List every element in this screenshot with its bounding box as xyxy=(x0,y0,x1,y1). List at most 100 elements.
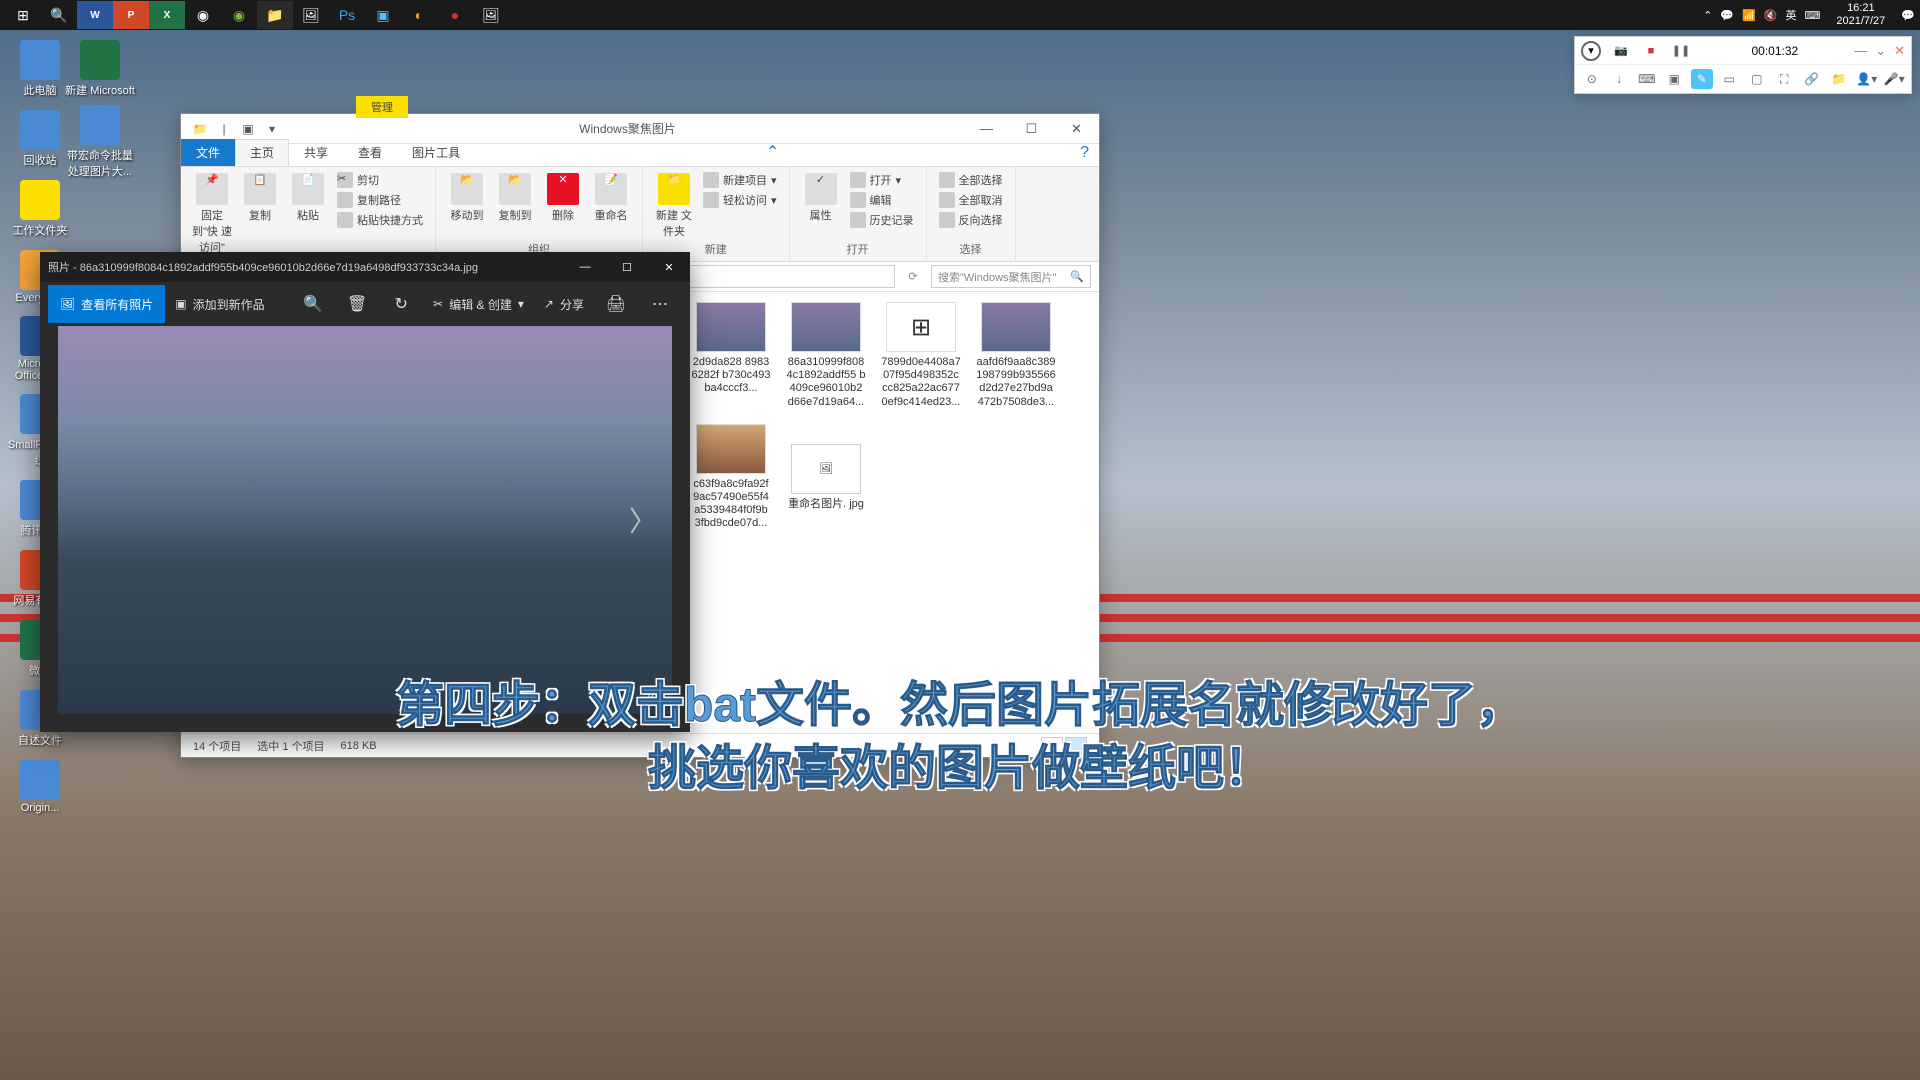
next-photo-button[interactable]: 〉 xyxy=(619,480,667,560)
photoshop-icon[interactable]: Ps xyxy=(329,1,365,29)
rec-link-icon[interactable]: 🔗 xyxy=(1801,69,1823,89)
powerpoint-icon[interactable]: P xyxy=(113,1,149,29)
more-icon[interactable]: ⋯ xyxy=(638,282,682,326)
cut-button[interactable]: ✂剪切 xyxy=(335,171,425,189)
zoom-icon[interactable]: 🔍 xyxy=(291,282,335,326)
rec-webcam-icon[interactable]: ▣ xyxy=(1664,69,1686,89)
rec-keyboard-icon[interactable]: ⌨ xyxy=(1636,69,1658,89)
screen-recorder[interactable]: ▾ 📷 ■ ❚❚ 00:01:32 — ⌄ ✕ ⊙ ↓ ⌨ ▣ ✎ ▭ ▢ ⛶ … xyxy=(1574,36,1912,94)
minimize-button[interactable]: — xyxy=(964,115,1009,143)
copy-to-button[interactable]: 📂复制到 xyxy=(494,171,536,223)
everything-icon[interactable]: ◐ xyxy=(401,1,437,29)
rec-close-icon[interactable]: ✕ xyxy=(1894,43,1905,59)
rec-user-icon[interactable]: 👤▾ xyxy=(1856,69,1878,89)
collapse-ribbon-icon[interactable]: ⌃ xyxy=(756,138,789,166)
photos-titlebar[interactable]: 照片 - 86a310999f8084c1892addf955b409ce960… xyxy=(40,252,690,282)
excel-icon[interactable]: X xyxy=(149,1,185,29)
desktop-icon-newdoc[interactable]: 新建 Microsoft ... xyxy=(65,40,135,110)
photos-minimize-button[interactable]: — xyxy=(564,252,606,282)
new-item-button[interactable]: 新建项目 ▾ xyxy=(701,171,779,189)
invert-select-button[interactable]: 反向选择 xyxy=(937,211,1005,229)
pin-quick-access-button[interactable]: 📌固定到"快 速访问" xyxy=(191,171,233,255)
help-icon[interactable]: ? xyxy=(1070,140,1099,166)
rec-minimize-icon[interactable]: — xyxy=(1854,43,1867,59)
rec-fullscreen-icon[interactable]: ⛶ xyxy=(1774,69,1796,89)
select-all-button[interactable]: 全部选择 xyxy=(937,171,1005,189)
rec-pen-icon[interactable]: ✎ xyxy=(1691,69,1713,89)
word-icon[interactable]: W xyxy=(77,1,113,29)
folder-icon[interactable]: 📁 xyxy=(189,118,211,140)
print-icon[interactable]: 🖨 xyxy=(594,282,638,326)
tab-share[interactable]: 共享 xyxy=(289,139,343,166)
chevron-up-icon[interactable]: ⌃ xyxy=(1703,9,1712,22)
rec-screenshot-icon[interactable]: 📷 xyxy=(1611,41,1631,61)
rec-cursor-icon[interactable]: ⊙ xyxy=(1581,69,1603,89)
rotate-icon[interactable]: ↻ xyxy=(379,282,423,326)
ime-indicator[interactable]: 英 xyxy=(1785,7,1796,23)
file-item[interactable]: aafd6f9aa8c389 198799b935566 d2d27e27bd9… xyxy=(976,302,1056,409)
tab-picture-tools[interactable]: 图片工具 xyxy=(397,139,475,166)
recorder-taskbar-icon[interactable]: ● xyxy=(437,1,473,29)
rec-region-icon[interactable]: ▢ xyxy=(1746,69,1768,89)
rec-toggle-icon[interactable]: ▾ xyxy=(1581,41,1601,61)
file-item[interactable]: 2d9da828 89836282f b730c493 ba4cccf3... xyxy=(691,302,771,409)
rec-stop-button[interactable]: ■ xyxy=(1641,41,1661,61)
image-viewer-icon[interactable]: 🖼 xyxy=(473,1,509,29)
search-icon[interactable]: 🔍 xyxy=(41,1,77,29)
browser-icon[interactable]: ◉ xyxy=(221,1,257,29)
rec-folder-icon[interactable]: 📁 xyxy=(1829,69,1851,89)
properties-icon[interactable]: ▣ xyxy=(237,118,259,140)
chrome-icon[interactable]: ◉ xyxy=(185,1,221,29)
file-item[interactable]: c63f9a8c9fa92f 9ac57490e55f4 a5339484f0f… xyxy=(691,424,771,531)
delete-button[interactable]: ✕删除 xyxy=(542,171,584,223)
photos-close-button[interactable]: ✕ xyxy=(648,252,690,282)
rec-pointer-icon[interactable]: ↓ xyxy=(1609,69,1631,89)
close-button[interactable]: ✕ xyxy=(1054,115,1099,143)
start-button[interactable]: ⊞ xyxy=(5,1,41,29)
taskbar-clock[interactable]: 16:21 2021/7/27 xyxy=(1828,2,1893,28)
open-button[interactable]: 打开 ▾ xyxy=(848,171,916,189)
tab-view[interactable]: 查看 xyxy=(343,139,397,166)
paste-button[interactable]: 📄粘贴 xyxy=(287,171,329,223)
photos-maximize-button[interactable]: ☐ xyxy=(606,252,648,282)
keyboard-icon[interactable]: ⌨ xyxy=(1804,9,1820,22)
tab-home[interactable]: 主页 xyxy=(235,139,289,166)
select-none-button[interactable]: 全部取消 xyxy=(937,191,1005,209)
history-button[interactable]: 历史记录 xyxy=(848,211,916,229)
delete-icon[interactable]: 🗑 xyxy=(335,282,379,326)
new-folder-button[interactable]: 📁新建 文件夹 xyxy=(653,171,695,239)
notifications-icon[interactable]: 💬 xyxy=(1901,9,1915,22)
rename-button[interactable]: 📝重命名 xyxy=(590,171,632,223)
desktop-icon-origin[interactable]: Origin... xyxy=(5,760,75,814)
edit-button[interactable]: 编辑 xyxy=(848,191,916,209)
network-icon[interactable]: 📶 xyxy=(1742,9,1756,22)
paste-shortcut-button[interactable]: 粘贴快捷方式 xyxy=(335,211,425,229)
file-item[interactable]: ⊞7899d0e4408a7 07f95d498352c cc825a22ac6… xyxy=(881,302,961,409)
rec-expand-icon[interactable]: ⌄ xyxy=(1875,43,1886,59)
maximize-button[interactable]: ☐ xyxy=(1009,115,1054,143)
share-button[interactable]: ↗分享 xyxy=(534,282,594,326)
file-item[interactable]: 🖼重命名图片. jpg xyxy=(786,444,866,531)
app-icon[interactable]: ▣ xyxy=(365,1,401,29)
photos-taskbar-icon[interactable]: 🖼 xyxy=(293,1,329,29)
edit-create-button[interactable]: ✂编辑 & 创建 ▾ xyxy=(423,282,534,326)
refresh-button[interactable]: ⟳ xyxy=(901,265,925,289)
volume-icon[interactable]: 🔇 xyxy=(1764,9,1778,22)
rec-screen-icon[interactable]: ▭ xyxy=(1719,69,1741,89)
search-input[interactable]: 搜索"Windows聚焦图片"🔍 xyxy=(931,265,1091,288)
rec-pause-button[interactable]: ❚❚ xyxy=(1671,41,1691,61)
copy-path-button[interactable]: 复制路径 xyxy=(335,191,425,209)
move-to-button[interactable]: 📂移动到 xyxy=(446,171,488,223)
view-all-photos-button[interactable]: 🖼查看所有照片 xyxy=(48,285,165,323)
desktop-icon-batch[interactable]: 带宏命令批量 处理图片大... xyxy=(65,105,135,179)
photo-viewport[interactable]: 〉 ⤢ xyxy=(58,326,672,714)
easy-access-button[interactable]: 轻松访问 ▾ xyxy=(701,191,779,209)
tab-file[interactable]: 文件 xyxy=(181,139,235,166)
copy-button[interactable]: 📋复制 xyxy=(239,171,281,223)
wechat-tray-icon[interactable]: 💬 xyxy=(1720,9,1734,22)
add-to-new-button[interactable]: ▣添加到新作品 xyxy=(165,282,274,326)
desktop-icon-workfolder[interactable]: 工作文件夹 xyxy=(5,180,75,238)
rec-mic-icon[interactable]: 🎤▾ xyxy=(1884,69,1906,89)
qat-dropdown-icon[interactable]: ▾ xyxy=(261,118,283,140)
file-item[interactable]: 86a310999f808 4c1892addf55 b409ce96010b2… xyxy=(786,302,866,409)
